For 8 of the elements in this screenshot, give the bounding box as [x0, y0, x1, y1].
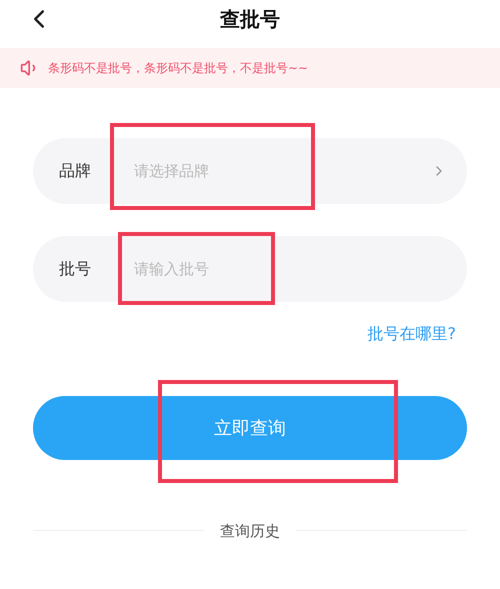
input-field[interactable]: 批号 请输入批号: [33, 236, 467, 302]
select-field[interactable]: 品牌 请选择品牌: [33, 138, 467, 204]
field-placeholder: 请选择品牌: [134, 160, 210, 182]
field-label: 批号: [59, 258, 92, 280]
field-label: 品牌: [59, 160, 92, 182]
notice-text: 条形码不是批号，条形码不是批号，不是批号~~: [48, 60, 308, 77]
field-placeholder: 请输入批号: [134, 258, 210, 280]
page-title: 查批号: [220, 6, 280, 33]
